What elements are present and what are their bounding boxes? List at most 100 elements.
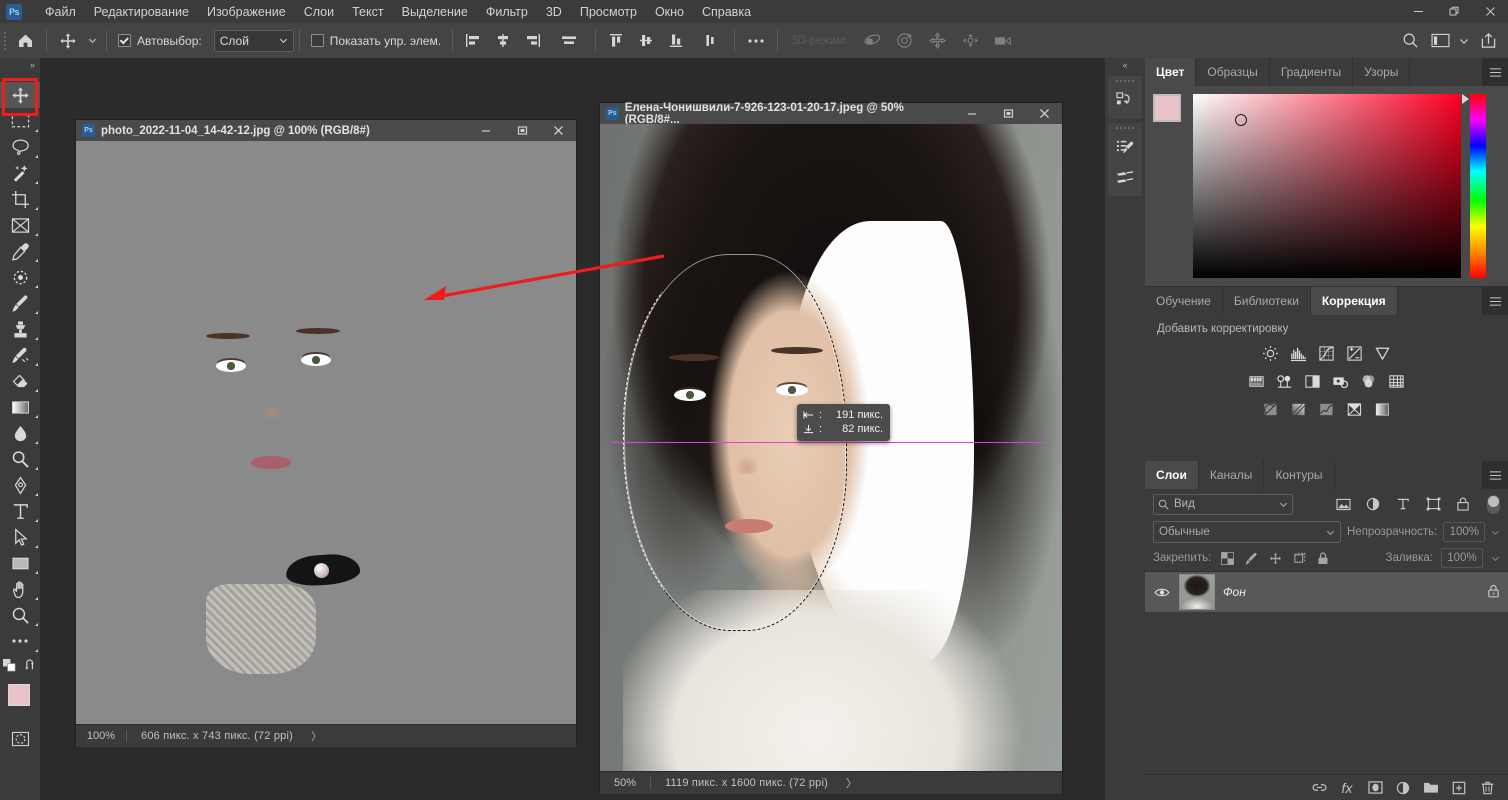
filter-type-icon[interactable]	[1391, 493, 1415, 515]
document-2-title-bar[interactable]: Ps Елена-Чонишвили-7-926-123-01-20-17.jp…	[600, 102, 1062, 126]
close-button[interactable]	[1472, 0, 1508, 23]
tool-eraser[interactable]	[0, 368, 40, 394]
panel-menu-icon[interactable]	[1482, 58, 1508, 86]
tab-color[interactable]: Цвет	[1145, 58, 1197, 86]
link-layers-icon[interactable]	[1306, 775, 1332, 800]
document-2-restore[interactable]	[990, 103, 1026, 124]
expand-toolbar-icon[interactable]: »	[0, 58, 40, 72]
document-1-status-bar[interactable]: 100% 606 пикс. x 743 пикс. (72 ppi) 〉	[76, 724, 576, 747]
new-layer-icon[interactable]	[1446, 775, 1472, 800]
lock-all-icon[interactable]	[1315, 549, 1331, 567]
collapse-panels-icon[interactable]: «	[1105, 58, 1145, 72]
tool-rectangle[interactable]	[0, 550, 40, 576]
document-2-minimize[interactable]	[954, 103, 990, 124]
align-bottom-icon[interactable]	[661, 23, 691, 58]
filter-pixel-icon[interactable]	[1331, 493, 1355, 515]
color-gradient-field[interactable]	[1193, 94, 1461, 278]
menu-item-select[interactable]: Выделение	[393, 2, 477, 22]
tool-lasso[interactable]	[0, 134, 40, 160]
align-middle-vertical-icon[interactable]	[631, 23, 661, 58]
tool-edit-toolbar[interactable]	[0, 628, 40, 654]
tool-crop[interactable]	[0, 186, 40, 212]
invert-icon[interactable]	[1259, 397, 1283, 421]
menu-item-view[interactable]: Просмотр	[571, 2, 646, 22]
align-center-horizontal-icon[interactable]	[488, 23, 518, 58]
distribute-horizontal-icon[interactable]	[548, 23, 590, 58]
document-2-status-expand-arrow[interactable]: 〉	[828, 775, 857, 791]
lock-position-icon[interactable]	[1267, 549, 1283, 567]
tool-gradient[interactable]	[0, 394, 40, 420]
selective-color-icon[interactable]	[1371, 397, 1395, 421]
tab-layers[interactable]: Слои	[1145, 461, 1199, 489]
distribute-vertical-icon[interactable]	[691, 23, 729, 58]
tool-spot-healing[interactable]	[0, 264, 40, 290]
layer-mask-icon[interactable]	[1362, 775, 1388, 800]
lock-icon[interactable]	[1487, 584, 1500, 601]
panel-menu-icon[interactable]	[1482, 287, 1508, 315]
restore-button[interactable]	[1436, 0, 1472, 23]
hue-strip[interactable]	[1462, 94, 1486, 278]
adjustment-layer-icon[interactable]	[1390, 775, 1416, 800]
brushes-panel-icon[interactable]	[1108, 162, 1142, 192]
rail-grip[interactable]	[1108, 123, 1142, 132]
menu-item-3d[interactable]: 3D	[537, 2, 571, 22]
document-1-zoom-level[interactable]: 100%	[76, 730, 127, 742]
tool-zoom[interactable]	[0, 602, 40, 628]
fill-value[interactable]: 100%	[1441, 548, 1483, 568]
tool-type[interactable]	[0, 498, 40, 524]
tool-quick-selection[interactable]	[0, 160, 40, 186]
panel-menu-icon[interactable]	[1482, 461, 1508, 489]
tool-hand[interactable]	[0, 576, 40, 602]
document-2-zoom-level[interactable]: 50%	[600, 777, 651, 789]
threshold-icon[interactable]	[1315, 397, 1339, 421]
menu-item-filter[interactable]: Фильтр	[477, 2, 537, 22]
color-picker-marker[interactable]	[1235, 114, 1247, 126]
exposure-icon[interactable]	[1343, 341, 1367, 365]
show-controls-checkbox-group[interactable]: Показать упр. элем.	[305, 34, 447, 48]
menu-item-file[interactable]: Файл	[36, 2, 85, 22]
color-panel-swatches[interactable]	[1153, 94, 1193, 134]
filter-shape-icon[interactable]	[1421, 493, 1445, 515]
pan-3d-icon[interactable]	[921, 23, 954, 58]
channel-mixer-icon[interactable]	[1357, 369, 1381, 393]
color-balance-icon[interactable]	[1273, 369, 1297, 393]
tool-dodge[interactable]	[0, 446, 40, 472]
layer-thumbnail[interactable]	[1179, 574, 1215, 610]
levels-icon[interactable]	[1287, 341, 1311, 365]
menu-item-layers[interactable]: Слои	[295, 2, 343, 22]
layer-row-background[interactable]: Фон	[1145, 572, 1508, 612]
quick-mask-icon[interactable]	[0, 726, 40, 752]
camera-3d-icon[interactable]	[987, 23, 1021, 58]
gradient-map-icon[interactable]	[1343, 397, 1367, 421]
roll-3d-icon[interactable]	[888, 23, 921, 58]
options-bar-grip[interactable]	[0, 23, 10, 58]
tool-marquee[interactable]	[0, 108, 40, 134]
minimize-button[interactable]	[1400, 0, 1436, 23]
layer-name[interactable]: Фон	[1223, 585, 1246, 599]
move-tool-icon[interactable]	[52, 23, 84, 58]
tool-pen[interactable]	[0, 472, 40, 498]
lock-image-icon[interactable]	[1243, 549, 1259, 567]
tab-adjustments[interactable]: Коррекция	[1310, 287, 1398, 315]
eye-icon[interactable]	[1153, 587, 1171, 598]
tool-path-selection[interactable]	[0, 524, 40, 550]
tool-move[interactable]	[0, 82, 40, 108]
more-options-icon[interactable]	[740, 23, 772, 58]
chevron-down-icon[interactable]	[1455, 23, 1473, 58]
document-2-close[interactable]	[1026, 103, 1062, 124]
tool-history-brush[interactable]	[0, 342, 40, 368]
document-1-minimize[interactable]	[468, 120, 504, 141]
tab-learn[interactable]: Обучение	[1145, 287, 1223, 315]
document-1-status-expand-arrow[interactable]: 〉	[293, 728, 322, 744]
vibrance-icon[interactable]	[1371, 341, 1395, 365]
slide-3d-icon[interactable]	[954, 23, 987, 58]
menu-item-text[interactable]: Текст	[343, 2, 392, 22]
document-2-canvas[interactable]	[600, 124, 1062, 771]
home-icon[interactable]	[10, 23, 41, 58]
workspace-canvas-area[interactable]: Ps photo_2022-11-04_14-42-12.jpg @ 100% …	[40, 58, 1104, 800]
menu-item-image[interactable]: Изображение	[198, 2, 295, 22]
color-panel-foreground-swatch[interactable]	[1153, 94, 1181, 122]
fill-chevron-icon[interactable]	[1491, 554, 1500, 563]
posterize-icon[interactable]	[1287, 397, 1311, 421]
toolbar-grip[interactable]	[0, 72, 10, 82]
